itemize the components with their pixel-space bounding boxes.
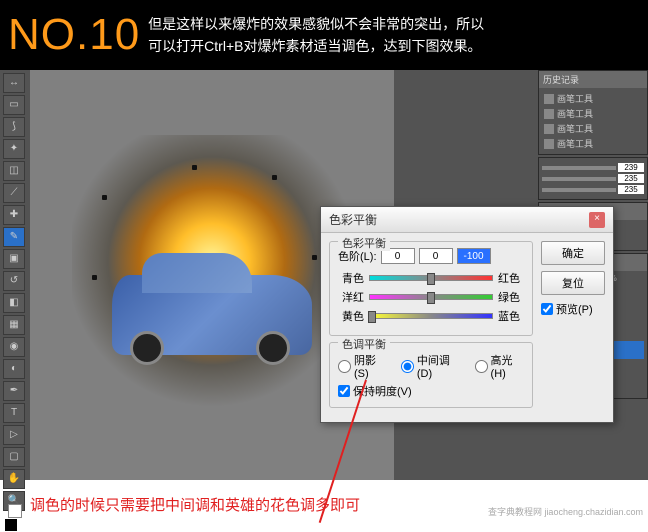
debris: [192, 165, 197, 170]
path-tool[interactable]: ▷: [3, 425, 25, 445]
color-balance-dialog: 色彩平衡 × 色彩平衡 色阶(L): 青色 红色: [320, 206, 614, 423]
color-panel: 239 235 235: [538, 157, 648, 200]
tutorial-header: NO.10 但是这样以来爆炸的效果感貌似不会非常的突出，所以 可以打开Ctrl+…: [0, 0, 648, 70]
history-item[interactable]: 画笔工具: [542, 136, 644, 151]
step-text: 但是这样以来爆炸的效果感貌似不会非常的突出，所以 可以打开Ctrl+B对爆炸素材…: [148, 13, 484, 58]
wheel: [256, 331, 290, 365]
debris: [272, 175, 277, 180]
wheel: [130, 331, 164, 365]
history-item[interactable]: 画笔工具: [542, 91, 644, 106]
photoshop-workspace: ↔ ▭ ⟆ ✦ ◫ ⟋ ✚ ✎ ▣ ↺ ◧ ▦ ◉ ◐ ✒ T ▷ ▢ ✋ 🔍: [0, 70, 648, 480]
eyedropper-tool[interactable]: ⟋: [3, 183, 25, 203]
cancel-button[interactable]: 复位: [541, 271, 605, 295]
pen-tool[interactable]: ✒: [3, 381, 25, 401]
watermark: 查字典教程网 jiaocheng.chazidian.com: [485, 504, 646, 519]
blur-tool[interactable]: ◉: [3, 337, 25, 357]
brush-icon: [544, 139, 554, 149]
artwork: [72, 135, 352, 415]
preview-checkbox[interactable]: 预览(P): [541, 301, 605, 317]
level-input-3[interactable]: [457, 248, 491, 264]
type-tool[interactable]: T: [3, 403, 25, 423]
yellow-blue-slider[interactable]: 黄色 蓝色: [338, 308, 524, 324]
shadows-radio[interactable]: 阴影(S): [338, 352, 387, 380]
brush-tool[interactable]: ✎: [3, 227, 25, 247]
brush-icon: [544, 109, 554, 119]
slider-handle[interactable]: [427, 273, 435, 285]
color-balance-group: 色彩平衡 色阶(L): 青色 红色 洋红: [329, 241, 533, 336]
lasso-tool[interactable]: ⟆: [3, 117, 25, 137]
heal-tool[interactable]: ✚: [3, 205, 25, 225]
eraser-tool[interactable]: ◧: [3, 293, 25, 313]
preserve-luminosity-checkbox[interactable]: 保持明度(V): [338, 383, 524, 399]
move-tool[interactable]: ↔: [3, 73, 25, 93]
slider-handle[interactable]: [427, 292, 435, 304]
crop-tool[interactable]: ◫: [3, 161, 25, 181]
brush-icon: [544, 124, 554, 134]
level-input-2[interactable]: [419, 248, 453, 264]
rgb-slider[interactable]: 235: [542, 174, 644, 183]
panel-title[interactable]: 历史记录: [539, 71, 647, 88]
step-number: NO.10: [8, 10, 140, 60]
history-item[interactable]: 画笔工具: [542, 106, 644, 121]
cyan-red-slider[interactable]: 青色 红色: [338, 270, 524, 286]
background-color[interactable]: [8, 504, 22, 518]
debris: [102, 195, 107, 200]
tool-palette: ↔ ▭ ⟆ ✦ ◫ ⟋ ✚ ✎ ▣ ↺ ◧ ▦ ◉ ◐ ✒ T ▷ ▢ ✋ 🔍: [0, 70, 28, 480]
wand-tool[interactable]: ✦: [3, 139, 25, 159]
dodge-tool[interactable]: ◐: [3, 359, 25, 379]
magenta-green-slider[interactable]: 洋红 绿色: [338, 289, 524, 305]
hand-tool[interactable]: ✋: [3, 469, 25, 489]
rgb-slider[interactable]: 235: [542, 185, 644, 194]
dialog-titlebar[interactable]: 色彩平衡 ×: [321, 207, 613, 233]
car-body: [112, 275, 312, 355]
gradient-tool[interactable]: ▦: [3, 315, 25, 335]
dialog-title: 色彩平衡: [329, 211, 377, 228]
history-panel: 历史记录 画笔工具 画笔工具 画笔工具 画笔工具: [538, 70, 648, 155]
highlights-radio[interactable]: 高光(H): [475, 352, 524, 380]
stamp-tool[interactable]: ▣: [3, 249, 25, 269]
slider-handle[interactable]: [368, 311, 376, 323]
shape-tool[interactable]: ▢: [3, 447, 25, 467]
midtones-radio[interactable]: 中间调(D): [401, 352, 461, 380]
annotation-text: 调色的时候只需要把中间调和英雄的花色调多即可: [30, 494, 360, 515]
debris: [92, 275, 97, 280]
close-icon[interactable]: ×: [589, 212, 605, 228]
debris: [312, 255, 317, 260]
ok-button[interactable]: 确定: [541, 241, 605, 265]
history-brush-tool[interactable]: ↺: [3, 271, 25, 291]
rgb-slider[interactable]: 239: [542, 163, 644, 172]
marquee-tool[interactable]: ▭: [3, 95, 25, 115]
history-item[interactable]: 画笔工具: [542, 121, 644, 136]
brush-icon: [544, 94, 554, 104]
foreground-color[interactable]: [4, 518, 18, 532]
